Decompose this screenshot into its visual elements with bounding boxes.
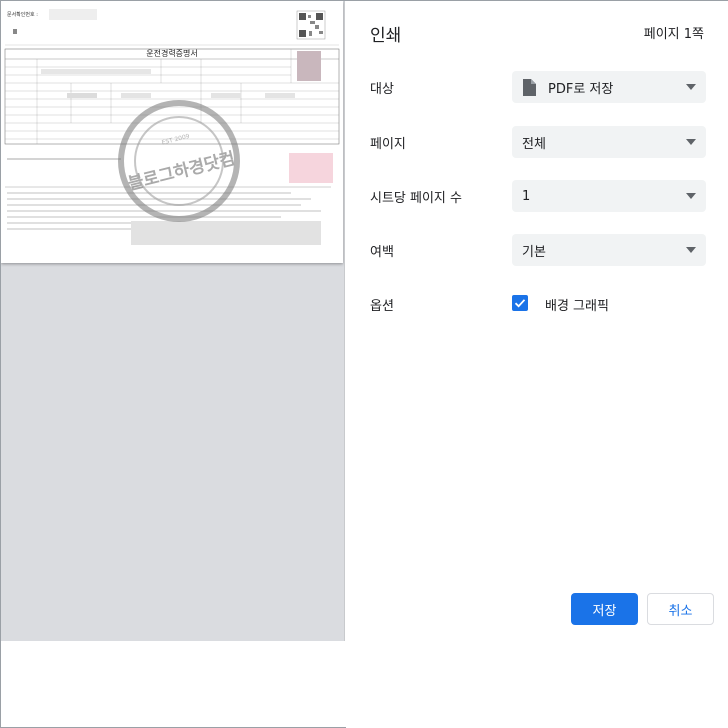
cancel-button[interactable]: 취소 — [647, 593, 714, 625]
print-settings-panel: 인쇄 페이지 1쪽 대상 PDF로 저장 페이지 전체 시트당 페이지 수 1 … — [346, 1, 728, 728]
background-graphics-label[interactable]: 배경 그래픽 — [545, 295, 609, 314]
pages-value: 전체 — [522, 136, 546, 152]
preview-document-graphic: 문서확인번호 : 운전경력증명서 블로그하경닷컴 EST 2009 — [4, 9, 340, 245]
print-preview-area[interactable]: 문서확인번호 : 운전경력증명서 블로그하경닷컴 EST 2009 — [1, 1, 345, 641]
preview-page: 문서확인번호 : 운전경력증명서 블로그하경닷컴 EST 2009 — [1, 1, 343, 263]
dialog-title: 인쇄 — [370, 26, 402, 46]
stamp-text: EST 2009 — [161, 133, 190, 147]
page-count: 페이지 1쪽 — [643, 27, 704, 42]
background-graphics-checkbox[interactable] — [512, 295, 528, 311]
chevron-down-icon — [686, 84, 696, 90]
pages-select[interactable]: 전체 — [512, 126, 706, 158]
chevron-down-icon — [686, 247, 696, 253]
print-dialog-window: 문서확인번호 : 운전경력증명서 블로그하경닷컴 EST 2009 인쇄 페이지… — [0, 0, 728, 728]
margins-label: 여백 — [370, 245, 394, 260]
margins-select[interactable]: 기본 — [512, 234, 706, 266]
pages-per-sheet-value: 1 — [522, 188, 531, 204]
checkmark-icon — [514, 299, 526, 308]
doc-number-label: 문서확인번호 : — [7, 11, 38, 18]
pages-per-sheet-label: 시트당 페이지 수 — [370, 191, 462, 206]
pages-per-sheet-select[interactable]: 1 — [512, 180, 706, 212]
file-icon — [523, 78, 536, 96]
save-button[interactable]: 저장 — [571, 593, 638, 625]
watermark-text: 블로그하경닷컴 — [126, 148, 237, 195]
destination-select[interactable]: PDF로 저장 — [512, 71, 706, 103]
watermark-stamp: 블로그하경닷컴 EST 2009 — [118, 100, 240, 222]
destination-value: PDF로 저장 — [548, 81, 614, 97]
chevron-down-icon — [686, 193, 696, 199]
doc-title: 운전경력증명서 — [146, 48, 198, 58]
pages-label: 페이지 — [370, 137, 406, 152]
destination-label: 대상 — [370, 82, 394, 97]
options-label: 옵션 — [370, 299, 394, 314]
margins-value: 기본 — [522, 244, 546, 260]
qr-code-icon — [296, 10, 326, 40]
chevron-down-icon — [686, 139, 696, 145]
